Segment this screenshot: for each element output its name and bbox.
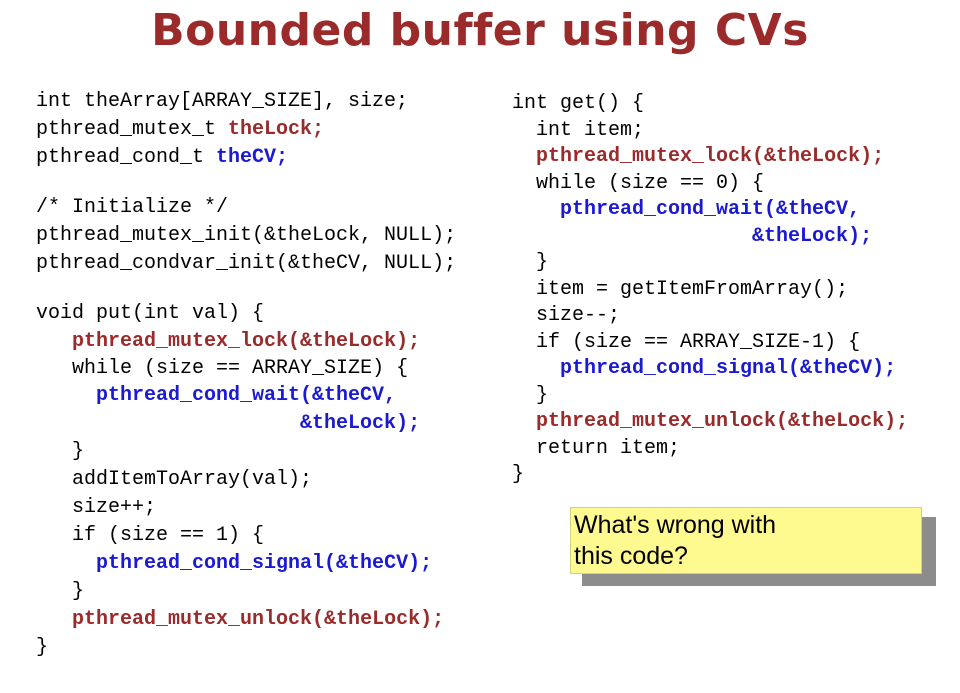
code-token-highlight: pthread_cond_wait(&theCV, [96,384,397,407]
code-token: return item; [536,436,681,460]
code-token-highlight: pthread_cond_signal(&theCV); [96,552,433,575]
code-token: size--; [536,304,621,327]
code-token: int get() { [512,92,645,115]
slide-title: Bounded buffer using CVs [151,5,809,56]
code-line: } [512,462,908,489]
code-line: addItemToArray(val); [36,466,456,494]
callout-line-2: this code? [574,542,688,570]
code-token: } [536,383,549,407]
code-line: } [36,578,456,606]
code-token-highlight: pthread_mutex_lock(&theLock); [536,145,885,168]
code-token: size++; [72,496,157,519]
code-token: while (size == 0) { [536,171,765,195]
code-line: int theArray[ARRAY_SIZE], size; [36,88,456,116]
code-line: } [36,438,456,466]
code-line: pthread_cond_signal(&theCV); [36,550,456,578]
code-line: pthread_mutex_unlock(&theLock); [512,409,908,436]
code-line: &theLock); [512,224,908,251]
code-token: if (size == 1) { [72,524,265,547]
code-line: void put(int val) { [36,300,456,328]
code-line: } [512,250,908,277]
code-line: /* Initialize */ [36,194,456,222]
code-line: return item; [512,436,908,463]
left-code-block: int theArray[ARRAY_SIZE], size; pthread_m… [36,88,456,662]
code-token: } [72,440,85,463]
code-line: pthread_cond_wait(&theCV, [36,382,456,410]
code-line: size--; [512,303,908,330]
code-token-highlight: &theLock); [300,412,421,435]
code-token-highlight: pthread_mutex_unlock(&theLock); [72,608,445,631]
code-line: if (size == 1) { [36,522,456,550]
code-token: void put(int val) { [36,302,265,325]
code-token: pthread_mutex_init(&theLock, NULL); [36,224,457,247]
code-line: pthread_mutex_unlock(&theLock); [36,606,456,634]
code-token: addItemToArray(val); [72,468,313,491]
code-line: while (size == 0) { [512,171,908,198]
code-token-highlight: theCV; [216,146,289,169]
code-line: pthread_cond_wait(&theCV, [512,197,908,224]
code-line: pthread_mutex_lock(&theLock); [512,144,908,171]
code-line: pthread_condvar_init(&theCV, NULL); [36,250,456,278]
code-token: item = getItemFromArray(); [536,277,849,301]
code-line: int get() { [512,91,908,118]
code-line: pthread_mutex_t theLock; [36,116,456,144]
code-line: pthread_mutex_init(&theLock, NULL); [36,222,456,250]
code-token: if (size == ARRAY_SIZE-1) { [536,330,861,354]
code-token: } [36,636,49,659]
code-line: pthread_cond_t theCV; [36,144,456,172]
code-token-highlight: pthread_mutex_lock(&theLock); [72,330,421,353]
code-token-highlight: theLock; [228,118,325,141]
code-token: pthread_condvar_init(&theCV, NULL); [36,252,457,275]
code-token-highlight: pthread_cond_signal(&theCV); [560,357,897,380]
code-token-highlight: pthread_mutex_unlock(&theLock); [536,410,909,433]
code-line: } [512,383,908,410]
callout-line-1: What's wrong with [574,511,777,539]
code-token: } [512,463,525,486]
callout-box: What's wrong with this code? [570,507,922,574]
code-line: pthread_mutex_lock(&theLock); [36,328,456,356]
code-token: while (size == ARRAY_SIZE) { [72,357,409,380]
code-token: pthread_mutex_t [36,118,229,141]
code-line: &theLock); [36,410,456,438]
code-line: int item; [512,118,908,145]
right-code-block: int get() { int item; pthread_mutex_lock… [512,91,908,489]
code-token-highlight: &theLock); [752,224,873,248]
code-line: size++; [36,494,456,522]
code-token: pthread_cond_t [36,146,217,169]
code-token: } [72,580,85,603]
code-line: if (size == ARRAY_SIZE-1) { [512,330,908,357]
code-token: /* Initialize */ [36,196,229,219]
code-line: while (size == ARRAY_SIZE) { [36,356,456,382]
code-line: } [36,634,456,662]
code-token: } [536,251,549,274]
code-line: item = getItemFromArray(); [512,277,908,304]
code-token: int item; [536,118,645,142]
code-line: pthread_cond_signal(&theCV); [512,356,908,383]
code-token-highlight: pthread_cond_wait(&theCV, [560,198,861,221]
code-token: int theArray[ARRAY_SIZE], size; [36,90,409,113]
